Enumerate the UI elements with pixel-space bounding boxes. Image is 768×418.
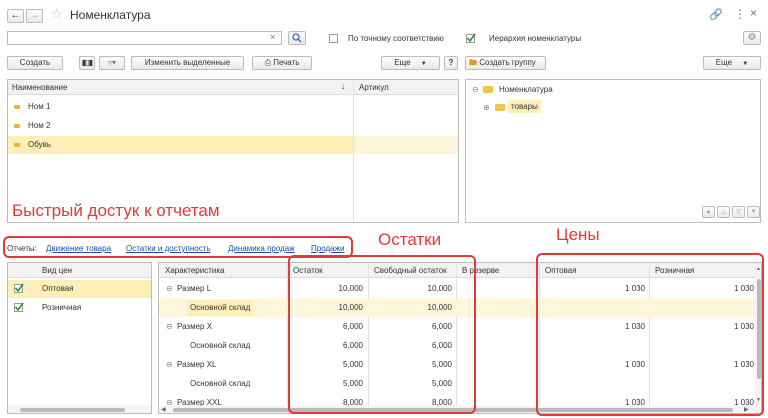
column-article-header[interactable]: Артикул bbox=[359, 83, 389, 92]
item-name: Ном 1 bbox=[28, 102, 51, 111]
search-button[interactable] bbox=[288, 31, 306, 45]
expand-icon[interactable]: ⊖ bbox=[166, 356, 173, 374]
filter-button[interactable]: ▿▾ bbox=[99, 56, 125, 70]
selected-article-cell bbox=[354, 136, 458, 154]
price-type-name: Розничная bbox=[42, 303, 82, 312]
price-type-row[interactable]: Розничная bbox=[8, 299, 151, 317]
price-types-panel[interactable]: Вид цен Оптовая Розничная bbox=[7, 262, 152, 414]
item-name: Ном 2 bbox=[28, 121, 51, 130]
list-item-selected[interactable]: Обувь bbox=[8, 136, 353, 154]
more-right-button[interactable]: Еще ▼ bbox=[703, 56, 761, 70]
tree-collapse-icon[interactable]: ⊖ bbox=[472, 85, 479, 94]
scroll-top-button[interactable]: ▲ bbox=[702, 206, 715, 218]
item-icon bbox=[14, 124, 20, 128]
create-group-label: Создать группу bbox=[479, 58, 536, 67]
folder-add-icon: 🖿 bbox=[469, 58, 477, 67]
more-button[interactable]: Еще ▼ bbox=[381, 56, 440, 70]
sort-arrow-icon: ↓ bbox=[341, 82, 345, 91]
annotation-stock: Остатки bbox=[378, 230, 442, 249]
window-title: Номенклатура bbox=[70, 8, 151, 22]
gear-icon: ⚙ bbox=[747, 32, 757, 43]
create-button[interactable]: Создать bbox=[7, 56, 63, 70]
hierarchy-label: Иерархия номенклатуры bbox=[489, 34, 582, 43]
scroll-down-button[interactable]: ▽ bbox=[732, 206, 745, 218]
folder-icon bbox=[495, 104, 505, 111]
search-input[interactable] bbox=[7, 31, 282, 45]
barcode-button[interactable]: ▮▯▮ bbox=[79, 56, 95, 70]
price-type-name: Оптовая bbox=[42, 284, 74, 293]
create-group-button[interactable]: 🖿 Создать группу bbox=[465, 56, 546, 70]
characteristic-cell: Размер X bbox=[177, 322, 213, 331]
more-right-label: Еще bbox=[715, 58, 733, 67]
expand-icon[interactable]: ⊖ bbox=[166, 318, 173, 336]
item-name: Обувь bbox=[28, 140, 52, 149]
search-icon bbox=[292, 33, 302, 43]
back-button[interactable]: ← bbox=[7, 9, 24, 23]
more-menu-icon[interactable]: ⋮ bbox=[734, 7, 746, 21]
favorite-star-icon[interactable]: ☆ bbox=[50, 5, 63, 23]
list-header bbox=[8, 80, 458, 95]
filter-icon: ▿▾ bbox=[107, 58, 117, 67]
search-clear-icon[interactable]: × bbox=[270, 32, 275, 42]
more-label: Еще bbox=[394, 58, 411, 67]
hierarchy-check-icon bbox=[466, 33, 476, 43]
characteristic-cell: Размер L bbox=[177, 284, 212, 293]
list-item[interactable]: Ном 2 bbox=[8, 117, 458, 135]
exact-match-checkbox[interactable] bbox=[329, 34, 338, 43]
scroll-left-icon[interactable]: ◀ bbox=[161, 406, 166, 413]
print-button[interactable]: ⎙ Печать bbox=[252, 56, 312, 70]
tree-root-label[interactable]: Номенклатура bbox=[499, 85, 553, 94]
price-types-hscrollbar[interactable] bbox=[8, 405, 151, 413]
check-icon bbox=[14, 302, 24, 312]
characteristic-cell: Основной склад bbox=[187, 300, 254, 316]
forward-button[interactable]: → bbox=[26, 9, 43, 23]
item-icon bbox=[14, 143, 20, 147]
print-label: Печать bbox=[273, 58, 300, 67]
scroll-bottom-button[interactable]: ▼ bbox=[747, 206, 760, 218]
change-selected-button[interactable]: Изменить выделенные bbox=[131, 56, 244, 70]
item-icon bbox=[14, 105, 20, 109]
price-columns-highlight bbox=[536, 253, 764, 416]
tree-expand-icon[interactable]: ⊕ bbox=[483, 103, 490, 112]
col-characteristic[interactable]: Характеристика bbox=[165, 266, 224, 275]
hierarchy-tree[interactable]: ⊖ Номенклатура ⊕ товары ▲ △ ▽ ▼ bbox=[465, 79, 761, 223]
chevron-down-icon: ▼ bbox=[420, 61, 427, 67]
price-types-header-label[interactable]: Вид цен bbox=[42, 266, 72, 275]
folder-icon bbox=[483, 86, 493, 93]
help-button[interactable]: ? bbox=[444, 56, 458, 70]
price-types-header bbox=[8, 263, 151, 278]
annotation-reports: Быстрый достук к отчетам bbox=[10, 201, 222, 221]
column-name-header[interactable]: Наименование bbox=[12, 83, 67, 92]
link-icon[interactable]: 🔗 bbox=[709, 8, 723, 21]
expand-icon[interactable]: ⊖ bbox=[166, 280, 173, 298]
exact-match-label: По точному соответствию bbox=[348, 34, 444, 43]
characteristic-cell: Размер XL bbox=[177, 360, 217, 369]
scroll-up-button[interactable]: △ bbox=[717, 206, 730, 218]
check-icon bbox=[14, 283, 24, 293]
characteristic-cell: Основной склад bbox=[190, 341, 251, 350]
price-type-row[interactable]: Оптовая bbox=[8, 280, 151, 298]
close-icon[interactable]: × bbox=[750, 6, 757, 20]
stock-columns-highlight bbox=[288, 255, 476, 414]
barcode-icon: ▮▯▮ bbox=[81, 58, 93, 67]
characteristic-cell: Основной склад bbox=[190, 379, 251, 388]
printer-icon: ⎙ bbox=[264, 58, 271, 67]
scrollbar-thumb[interactable] bbox=[20, 408, 125, 412]
list-item[interactable]: Ном 1 bbox=[8, 98, 458, 116]
chevron-down-right-icon: ▼ bbox=[742, 61, 749, 67]
settings-button[interactable]: ⚙ bbox=[743, 31, 761, 45]
annotation-prices: Цены bbox=[556, 225, 600, 244]
tree-child-label[interactable]: товары bbox=[508, 100, 541, 113]
